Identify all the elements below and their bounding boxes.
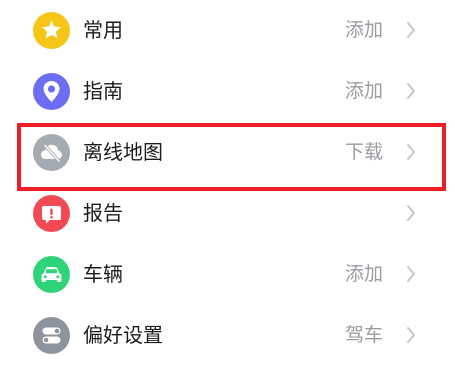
menu-item-label: 常用 [83,18,123,42]
settings-list: 常用 添加 指南 添加 离线地图 下载 报告 车辆 添加 偏好设置 驾车 [0,0,455,365]
chevron-right-icon [404,81,418,101]
toggle-settings-icon [33,317,70,354]
star-icon [33,12,70,49]
menu-item-action: 添加 [344,80,383,102]
chevron-right-icon [404,264,418,284]
menu-item-label: 报告 [83,201,123,225]
menu-item-guide[interactable]: 指南 添加 [0,61,455,123]
car-icon [33,256,70,293]
menu-item-label: 离线地图 [83,140,163,164]
cloud-offline-icon [33,134,70,171]
menu-item-action: 添加 [344,19,383,41]
menu-item-report[interactable]: 报告 [0,183,455,245]
chevron-right-icon [404,203,418,223]
menu-item-label: 指南 [83,79,123,103]
menu-item-action: 添加 [344,263,383,285]
report-alert-icon [33,195,70,232]
location-pin-icon [33,73,70,110]
chevron-right-icon [404,20,418,40]
menu-item-label: 偏好设置 [83,323,163,347]
menu-item-common[interactable]: 常用 添加 [0,0,455,62]
menu-item-offline-map[interactable]: 离线地图 下载 [0,122,455,184]
chevron-right-icon [404,142,418,162]
menu-item-action: 驾车 [344,324,383,346]
menu-item-label: 车辆 [83,262,123,286]
menu-item-preferences[interactable]: 偏好设置 驾车 [0,305,455,367]
chevron-right-icon [404,325,418,345]
menu-item-action: 下载 [344,141,383,163]
menu-item-vehicle[interactable]: 车辆 添加 [0,244,455,306]
